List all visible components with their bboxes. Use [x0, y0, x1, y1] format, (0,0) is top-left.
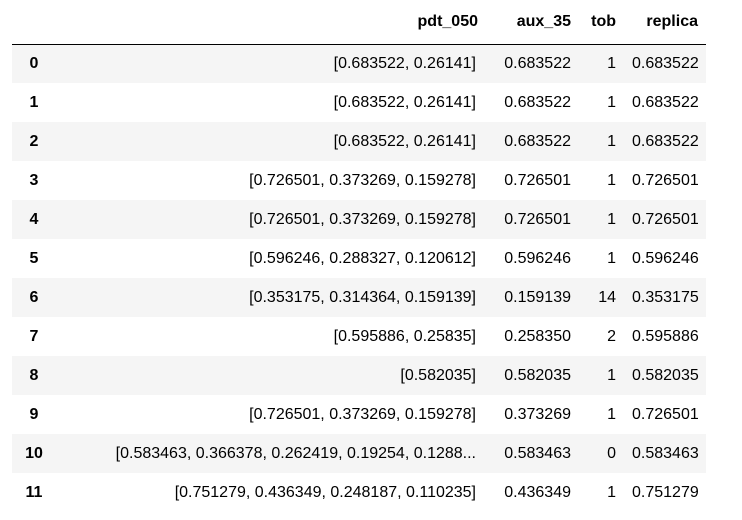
- cell-aux-35: 0.436349: [504, 483, 571, 501]
- cell-replica: 0.683522: [632, 93, 699, 111]
- cell-aux-35: 0.726501: [504, 171, 571, 189]
- cell-tob: 1: [607, 366, 616, 384]
- cell-aux-35: 0.596246: [504, 249, 571, 267]
- header-row: pdt_050 aux_35 tob replica: [12, 0, 706, 45]
- table-row: 5 [0.596246, 0.288327, 0.120612] 0.59624…: [12, 239, 706, 278]
- row-index: 7: [29, 327, 39, 345]
- cell-replica: 0.683522: [632, 54, 699, 72]
- cell-tob: 1: [607, 483, 616, 501]
- table-body: 0 [0.683522, 0.26141] 0.683522 1 0.68352…: [12, 44, 706, 512]
- cell-tob: 2: [607, 327, 616, 345]
- header-pdt-050: pdt_050: [56, 0, 486, 45]
- table-row: 10 [0.583463, 0.366378, 0.262419, 0.1925…: [12, 434, 706, 473]
- row-index: 3: [29, 171, 39, 189]
- cell-replica: 0.726501: [632, 405, 699, 423]
- table-row: 3 [0.726501, 0.373269, 0.159278] 0.72650…: [12, 161, 706, 200]
- cell-replica: 0.582035: [632, 366, 699, 384]
- table-header: pdt_050 aux_35 tob replica: [12, 0, 706, 45]
- cell-pdt-050: [0.595886, 0.25835]: [333, 327, 476, 345]
- table-row: 1 [0.683522, 0.26141] 0.683522 1 0.68352…: [12, 83, 706, 122]
- cell-tob: 14: [598, 288, 616, 306]
- cell-tob: 1: [607, 93, 616, 111]
- cell-aux-35: 0.683522: [504, 132, 571, 150]
- dataframe-output: pdt_050 aux_35 tob replica 0 [0.683522, …: [12, 0, 706, 512]
- cell-pdt-050: [0.353175, 0.314364, 0.159139]: [249, 288, 476, 306]
- table-row: 7 [0.595886, 0.25835] 0.258350 2 0.59588…: [12, 317, 706, 356]
- cell-aux-35: 0.583463: [504, 444, 571, 462]
- table-row: 9 [0.726501, 0.373269, 0.159278] 0.37326…: [12, 395, 706, 434]
- cell-tob: 1: [607, 249, 616, 267]
- row-index: 9: [29, 405, 39, 423]
- cell-replica: 0.353175: [632, 288, 699, 306]
- table-row: 6 [0.353175, 0.314364, 0.159139] 0.15913…: [12, 278, 706, 317]
- header-replica: replica: [624, 0, 706, 45]
- cell-aux-35: 0.582035: [504, 366, 571, 384]
- header-index: [12, 0, 56, 45]
- cell-pdt-050: [0.683522, 0.26141]: [333, 93, 476, 111]
- cell-pdt-050: [0.596246, 0.288327, 0.120612]: [249, 249, 476, 267]
- row-index: 1: [29, 93, 39, 111]
- row-index: 5: [29, 249, 39, 267]
- row-index: 11: [25, 483, 43, 501]
- cell-aux-35: 0.373269: [504, 405, 571, 423]
- cell-tob: 0: [607, 444, 616, 462]
- table-row: 4 [0.726501, 0.373269, 0.159278] 0.72650…: [12, 200, 706, 239]
- cell-replica: 0.726501: [632, 171, 699, 189]
- cell-aux-35: 0.159139: [504, 288, 571, 306]
- cell-pdt-050: [0.726501, 0.373269, 0.159278]: [249, 210, 476, 228]
- row-index: 10: [25, 444, 43, 462]
- cell-aux-35: 0.258350: [504, 327, 571, 345]
- cell-pdt-050: [0.726501, 0.373269, 0.159278]: [249, 405, 476, 423]
- cell-replica: 0.683522: [632, 132, 699, 150]
- cell-pdt-050: [0.582035]: [400, 366, 476, 384]
- cell-aux-35: 0.683522: [504, 54, 571, 72]
- table-row: 2 [0.683522, 0.26141] 0.683522 1 0.68352…: [12, 122, 706, 161]
- cell-replica: 0.595886: [632, 327, 699, 345]
- cell-replica: 0.596246: [632, 249, 699, 267]
- cell-tob: 1: [607, 132, 616, 150]
- cell-replica: 0.751279: [632, 483, 699, 501]
- cell-pdt-050: [0.726501, 0.373269, 0.159278]: [249, 171, 476, 189]
- row-index: 8: [29, 366, 39, 384]
- table-row: 11 [0.751279, 0.436349, 0.248187, 0.1102…: [12, 473, 706, 512]
- cell-pdt-050: [0.683522, 0.26141]: [333, 132, 476, 150]
- cell-pdt-050: [0.583463, 0.366378, 0.262419, 0.19254, …: [115, 444, 476, 462]
- table-row: 0 [0.683522, 0.26141] 0.683522 1 0.68352…: [12, 44, 706, 83]
- header-tob: tob: [579, 0, 624, 45]
- cell-replica: 0.726501: [632, 210, 699, 228]
- cell-pdt-050: [0.751279, 0.436349, 0.248187, 0.110235]: [174, 483, 476, 501]
- cell-replica: 0.583463: [632, 444, 699, 462]
- table-row: 8 [0.582035] 0.582035 1 0.582035: [12, 356, 706, 395]
- cell-aux-35: 0.683522: [504, 93, 571, 111]
- header-aux-35: aux_35: [486, 0, 579, 45]
- row-index: 4: [29, 210, 39, 228]
- cell-tob: 1: [607, 405, 616, 423]
- row-index: 2: [29, 132, 39, 150]
- cell-pdt-050: [0.683522, 0.26141]: [333, 54, 476, 72]
- cell-tob: 1: [607, 54, 616, 72]
- row-index: 6: [29, 288, 39, 306]
- cell-tob: 1: [607, 171, 616, 189]
- cell-aux-35: 0.726501: [504, 210, 571, 228]
- cell-tob: 1: [607, 210, 616, 228]
- row-index: 0: [29, 54, 39, 72]
- dataframe-table: pdt_050 aux_35 tob replica 0 [0.683522, …: [12, 0, 706, 512]
